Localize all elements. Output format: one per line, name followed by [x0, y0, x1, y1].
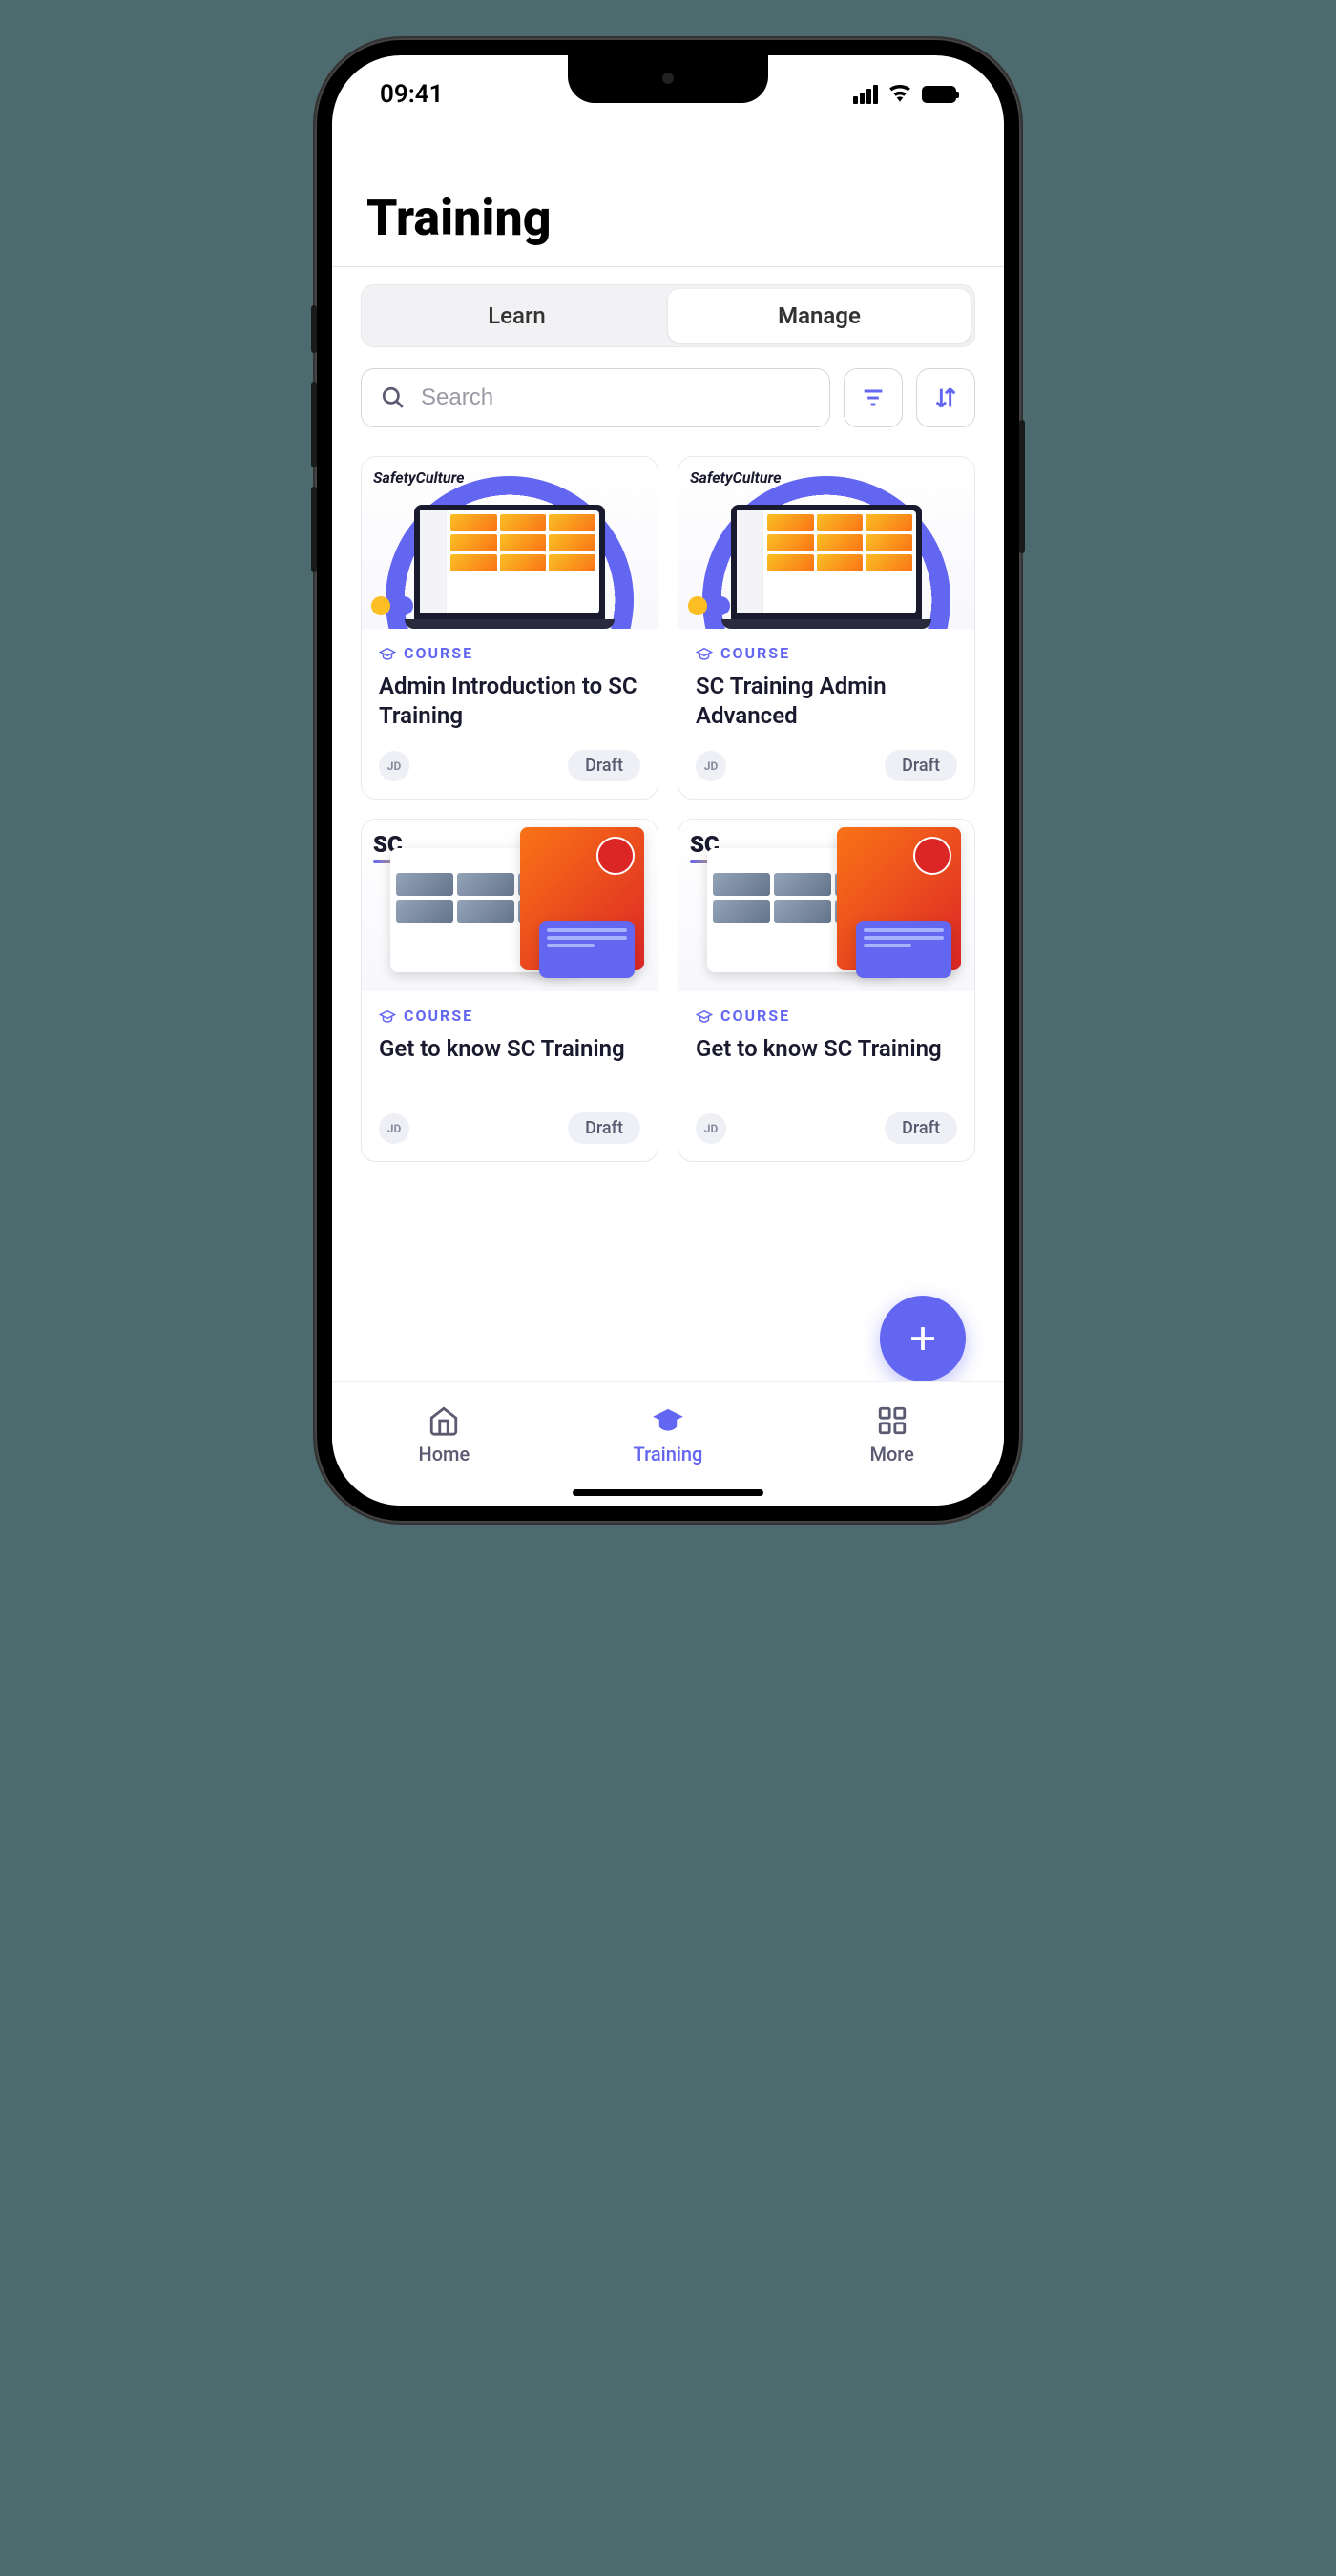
card-title: Admin Introduction to SC Training	[379, 672, 640, 733]
author-avatar: JD	[379, 1113, 409, 1144]
home-icon	[428, 1404, 460, 1437]
tab-manage[interactable]: Manage	[668, 289, 971, 343]
brand-logo: SafetyCulture	[690, 468, 782, 487]
card-grid: SafetyCulture COURSE Admin In	[361, 456, 975, 1162]
graduation-cap-icon	[379, 1008, 396, 1025]
cellular-icon	[853, 85, 878, 104]
volume-down-button	[311, 487, 317, 572]
side-button	[311, 305, 317, 353]
card-title: Get to know SC Training	[696, 1034, 957, 1095]
graduation-cap-icon	[696, 645, 713, 662]
grid-icon	[876, 1404, 908, 1437]
plus-icon	[906, 1321, 940, 1356]
course-card[interactable]: SafetyCulture COURSE Admin In	[361, 456, 658, 800]
divider	[332, 266, 1004, 267]
segmented-control: Learn Manage	[361, 284, 975, 347]
course-card[interactable]: SC COURSE Get to know SC Training	[678, 819, 975, 1162]
add-button[interactable]	[880, 1296, 966, 1381]
status-badge: Draft	[568, 1112, 640, 1144]
laptop-illustration	[405, 505, 615, 629]
course-card[interactable]: SC COURSE Get to know SC Training	[361, 819, 658, 1162]
graduation-cap-icon	[696, 1008, 713, 1025]
nav-more[interactable]: More	[780, 1382, 1004, 1486]
tab-learn[interactable]: Learn	[365, 289, 668, 343]
graduation-cap-icon	[379, 645, 396, 662]
graduation-cap-icon	[652, 1404, 684, 1437]
battery-icon	[922, 86, 956, 103]
search-icon	[381, 385, 406, 410]
laptop-illustration	[721, 505, 931, 629]
volume-up-button	[311, 382, 317, 467]
author-avatar: JD	[379, 751, 409, 781]
nav-training[interactable]: Training	[556, 1382, 781, 1486]
badge-label: COURSE	[404, 1007, 473, 1025]
status-badge: Draft	[885, 1112, 957, 1144]
sort-icon	[932, 384, 959, 411]
card-thumbnail: SC	[678, 820, 974, 991]
course-badge: COURSE	[696, 644, 957, 662]
card-thumbnail: SC	[362, 820, 658, 991]
status-badge: Draft	[885, 750, 957, 781]
notch	[568, 55, 768, 103]
filter-icon	[860, 384, 887, 411]
filter-button[interactable]	[844, 368, 903, 427]
card-title: Get to know SC Training	[379, 1034, 640, 1095]
card-title: SC Training Admin Advanced	[696, 672, 957, 733]
course-badge: COURSE	[379, 644, 640, 662]
search-input[interactable]	[421, 384, 810, 411]
author-avatar: JD	[696, 1113, 726, 1144]
course-card[interactable]: SafetyCulture COURSE SC Train	[678, 456, 975, 800]
wifi-icon	[887, 83, 912, 106]
card-thumbnail: SafetyCulture	[678, 457, 974, 629]
status-icons	[853, 83, 956, 106]
home-indicator[interactable]	[573, 1489, 763, 1496]
nav-home-label: Home	[419, 1443, 470, 1465]
tab-bar: Home Training More	[332, 1381, 1004, 1506]
phone-frame: 09:41 Training Learn Manage	[315, 38, 1021, 1523]
brand-logo: SafetyCulture	[373, 468, 465, 487]
badge-label: COURSE	[720, 1007, 790, 1025]
course-badge: COURSE	[379, 1007, 640, 1025]
course-badge: COURSE	[696, 1007, 957, 1025]
page-title: Training	[361, 189, 975, 247]
sort-button[interactable]	[916, 368, 975, 427]
badge-label: COURSE	[720, 644, 790, 662]
status-time: 09:41	[380, 80, 444, 109]
nav-training-label: Training	[634, 1443, 703, 1465]
status-badge: Draft	[568, 750, 640, 781]
power-button	[1019, 420, 1025, 553]
nav-home[interactable]: Home	[332, 1382, 556, 1486]
search-input-wrapper[interactable]	[361, 368, 830, 427]
badge-label: COURSE	[404, 644, 473, 662]
nav-more-label: More	[869, 1443, 913, 1465]
author-avatar: JD	[696, 751, 726, 781]
phone-screen: 09:41 Training Learn Manage	[332, 55, 1004, 1506]
card-thumbnail: SafetyCulture	[362, 457, 658, 629]
